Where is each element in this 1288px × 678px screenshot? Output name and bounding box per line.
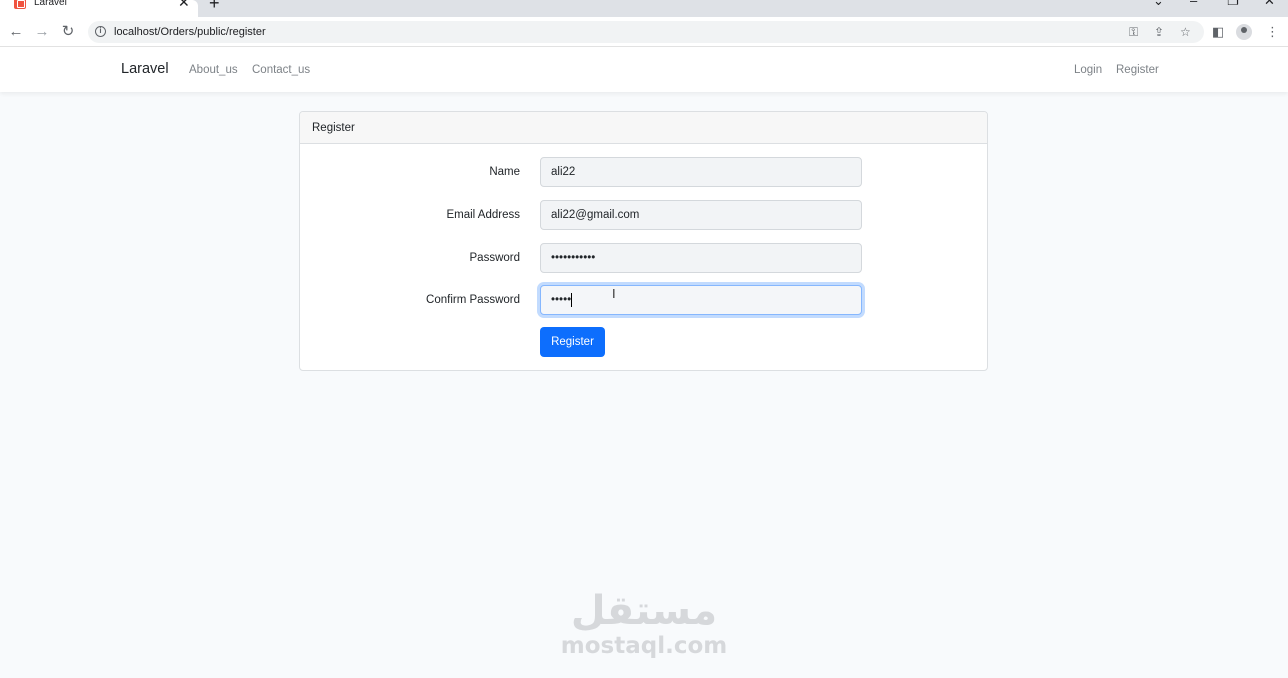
- confirm-password-label: Confirm Password: [426, 294, 520, 306]
- password-key-icon[interactable]: ⚿: [1129, 24, 1138, 40]
- forward-icon[interactable]: →: [33, 23, 51, 41]
- register-submit-button[interactable]: Register: [540, 327, 605, 357]
- password-input[interactable]: •••••••••••: [540, 243, 862, 273]
- name-label: Name: [489, 166, 520, 178]
- confirm-password-input[interactable]: •••••: [540, 285, 862, 315]
- navbar-brand[interactable]: Laravel: [121, 61, 169, 78]
- reload-icon[interactable]: ↻: [59, 23, 77, 41]
- share-icon[interactable]: ⇪: [1154, 24, 1164, 40]
- browser-toolbar: ← → ↻ i localhost/Orders/public/register…: [0, 17, 1288, 47]
- nav-link-contact-us[interactable]: Contact_us: [252, 63, 310, 77]
- minimize-icon[interactable]: –: [1190, 0, 1197, 8]
- address-bar[interactable]: i localhost/Orders/public/register ⚿ ⇪ ☆: [88, 21, 1204, 43]
- email-input[interactable]: ali22@gmail.com: [540, 200, 862, 230]
- back-icon[interactable]: ←: [7, 23, 25, 41]
- mostaql-watermark: مستقل mostaql.com: [558, 588, 730, 658]
- site-info-icon[interactable]: i: [95, 26, 106, 37]
- close-window-icon[interactable]: ✕: [1264, 0, 1275, 8]
- name-input[interactable]: ali22: [540, 157, 862, 187]
- name-input-value: ali22: [551, 166, 576, 178]
- browser-tab[interactable]: Laravel ✕: [0, 0, 198, 17]
- tab-search-icon[interactable]: ⌄: [1153, 0, 1164, 8]
- menu-kebab-icon[interactable]: ⋮: [1266, 24, 1279, 40]
- ibeam-cursor-icon: I: [612, 286, 616, 301]
- nav-link-about-us[interactable]: About_us: [189, 63, 238, 77]
- close-tab-icon[interactable]: ✕: [178, 0, 190, 9]
- watermark-arabic: مستقل: [570, 588, 718, 634]
- laravel-favicon-icon: [14, 0, 26, 9]
- profile-avatar-icon[interactable]: [1236, 24, 1252, 40]
- password-input-value: •••••••••••: [551, 252, 596, 264]
- email-input-value: ali22@gmail.com: [551, 209, 640, 221]
- url-text: localhost/Orders/public/register: [114, 26, 266, 38]
- password-label: Password: [469, 252, 521, 264]
- site-navbar: Laravel About_us Contact_us Login Regist…: [0, 47, 1288, 92]
- text-caret: [571, 292, 573, 307]
- browser-tab-strip: Laravel ✕ + ⌄ – ❐ ✕: [0, 0, 1288, 17]
- watermark-latin: mostaql.com: [560, 633, 728, 659]
- bookmark-star-icon[interactable]: ☆: [1180, 24, 1191, 40]
- new-tab-icon[interactable]: +: [209, 0, 220, 12]
- restore-icon[interactable]: ❐: [1227, 0, 1239, 8]
- tab-title: Laravel: [34, 0, 67, 8]
- email-label: Email Address: [446, 209, 520, 221]
- confirm-password-input-value: •••••: [551, 294, 572, 306]
- nav-link-register[interactable]: Register: [1116, 63, 1159, 77]
- side-panel-icon[interactable]: ◧: [1212, 24, 1224, 40]
- card-header: Register: [300, 112, 987, 144]
- card-title: Register: [312, 122, 355, 134]
- register-card: Register Name ali22 Email Address ali22@…: [299, 111, 988, 371]
- nav-link-login[interactable]: Login: [1074, 63, 1102, 77]
